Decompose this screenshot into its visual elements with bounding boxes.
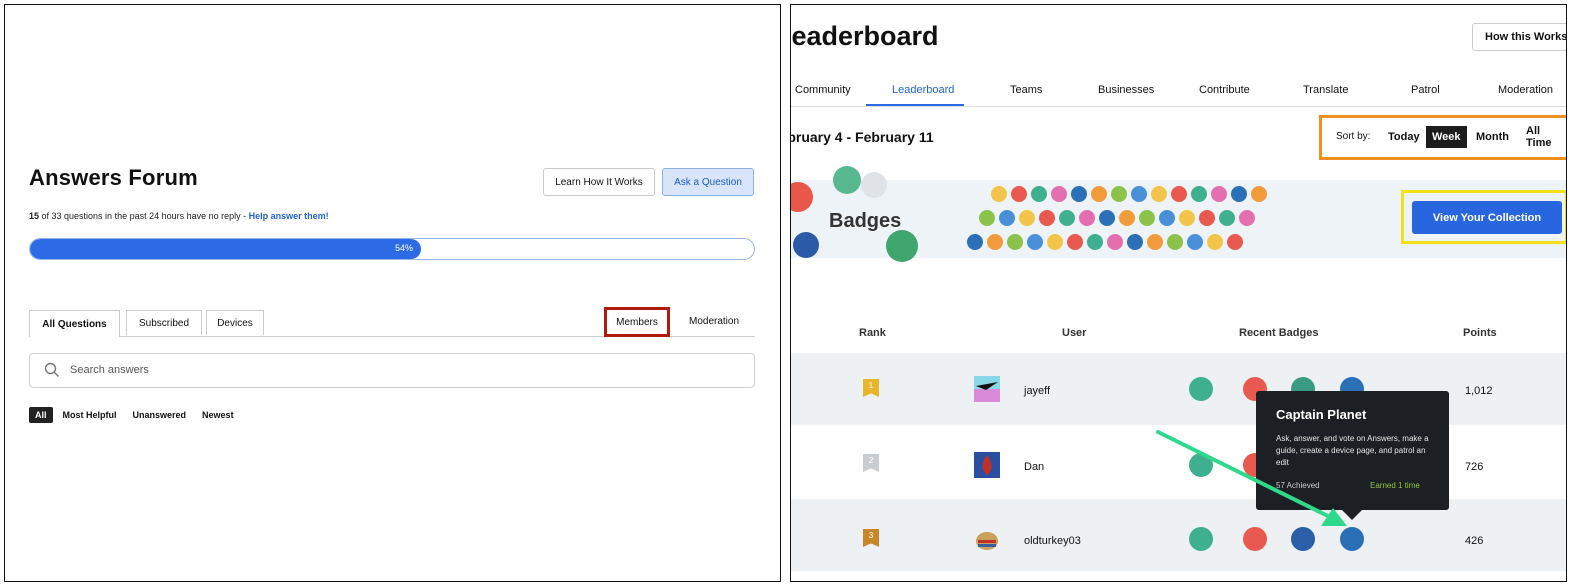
help-answer-link[interactable]: Help answer them! [249,211,329,221]
search-input[interactable]: Search answers [70,364,149,376]
filter-newest[interactable]: Newest [196,407,240,423]
noreply-notice: 15 of 33 questions in the past 24 hours … [29,211,329,221]
filter-most-helpful[interactable]: Most Helpful [57,407,123,423]
annotation-arrow-icon [1156,430,1347,526]
tab-devices[interactable]: Devices [206,310,264,335]
page-title: Answers Forum [29,165,198,190]
tab-members[interactable]: Members [604,307,670,337]
tab-moderation[interactable]: Moderation [689,316,739,327]
filter-unanswered[interactable]: Unanswered [127,407,193,423]
filter-all[interactable]: All [29,407,53,423]
learn-how-button[interactable]: Learn How It Works [543,168,655,196]
progress-bar: 54% [29,238,755,260]
progress-label: 54% [394,243,413,253]
tab-subscribed[interactable]: Subscribed [126,310,202,335]
answers-forum-panel: Answers Forum Learn How It Works Ask a Q… [4,4,781,582]
noreply-count: 15 [29,211,40,221]
ask-question-button[interactable]: Ask a Question [662,168,754,196]
progress-fill [30,239,421,259]
filter-chips: All Most Helpful Unanswered Newest [29,406,244,424]
search-box[interactable]: Search answers [29,353,755,388]
tab-all-questions[interactable]: All Questions [29,310,120,337]
leaderboard-panel: Leaderboard How this Works Community Lea… [790,4,1567,582]
search-icon [44,362,59,377]
noreply-text: of 33 questions in the past 24 hours hav… [39,211,249,221]
